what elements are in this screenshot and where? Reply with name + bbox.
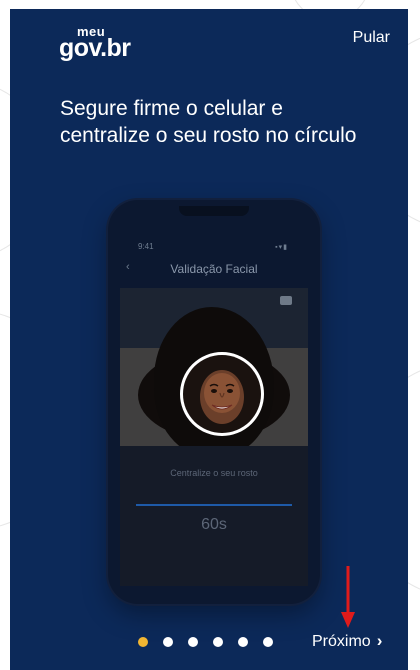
pagination-dot[interactable] [188, 637, 198, 647]
face-capture-circle [180, 352, 264, 436]
logo-govbr-text: gov.br [59, 34, 131, 62]
phone-app-header: ‹ Validação Facial [108, 258, 320, 280]
camera-switch-icon [280, 296, 292, 305]
phone-time: 9:41 [138, 242, 154, 251]
phone-timer: 60s [201, 516, 227, 533]
instruction-headline: Segure firme o celular e centralize o se… [60, 95, 390, 149]
chevron-right-icon: › [376, 631, 383, 650]
headline-line-2: centralize o seu rosto no círculo [60, 124, 357, 147]
next-button[interactable]: Próximo › [312, 631, 382, 651]
pagination-dot[interactable] [263, 637, 273, 647]
face-photo [183, 355, 261, 433]
phone-illustration: 9:41 ▪▾▮ ‹ Validação Facial Centralize o… [108, 200, 320, 604]
govbr-logo: meu gov.br [59, 24, 139, 66]
phone-progress-bar [136, 504, 292, 506]
phone-hint-text: Centralize o seu rosto [170, 468, 258, 478]
headline-line-1: Segure firme o celular e [60, 97, 283, 120]
pagination-dot-active[interactable] [138, 637, 148, 647]
phone-app-title: Validação Facial [170, 262, 258, 276]
next-button-label: Próximo [312, 633, 371, 650]
skip-button[interactable]: Pular [353, 29, 390, 47]
pagination-dot[interactable] [213, 637, 223, 647]
red-arrow-down-icon [341, 566, 355, 628]
pagination-dot[interactable] [238, 637, 248, 647]
phone-status-bar: 9:41 ▪▾▮ [108, 242, 320, 256]
phone-status-icons: ▪▾▮ [275, 244, 288, 251]
phone-notch [179, 206, 249, 216]
pagination-dot[interactable] [163, 637, 173, 647]
